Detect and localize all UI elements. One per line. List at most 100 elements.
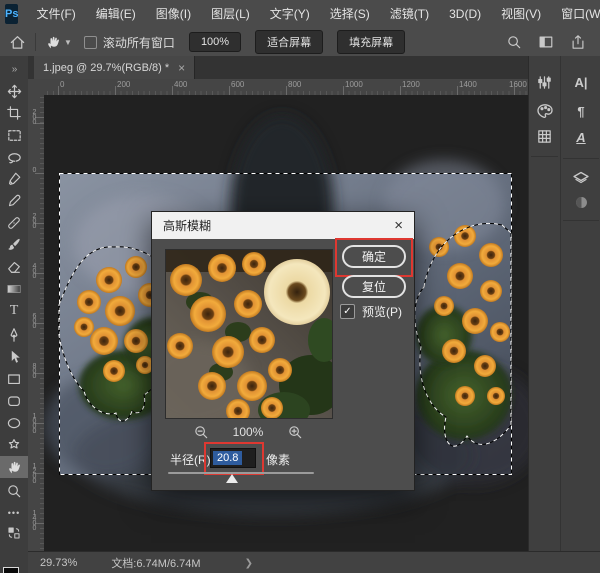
panel-dock-column-1 [529, 56, 561, 551]
separator [35, 33, 36, 51]
ellipse-tool[interactable] [0, 412, 28, 434]
menu-filter[interactable]: 滤镜(T) [380, 0, 439, 28]
horizontal-ruler: 0 200 400 600 800 1000 1200 1400 1600 18… [44, 79, 528, 96]
hand-tool-icon[interactable] [45, 34, 62, 51]
eraser-tool[interactable] [0, 256, 28, 278]
scroll-all-windows-label: 滚动所有窗口 [103, 34, 175, 51]
menu-view[interactable]: 视图(V) [491, 0, 551, 28]
reset-button[interactable]: 复位 [342, 275, 406, 298]
ruler-label: 600 [231, 80, 244, 89]
ruler-label: 800 [288, 80, 301, 89]
menu-type[interactable]: 文字(Y) [260, 0, 320, 28]
panel-divider [563, 220, 599, 221]
path-selection-tool[interactable] [0, 346, 28, 368]
more-tools-button[interactable]: ••• [0, 502, 28, 524]
document-tab-title: 1.jpeg @ 29.7%(RGB/8) * [43, 62, 169, 74]
share-icon[interactable] [570, 34, 586, 50]
status-document-size: 文档:6.74M/6.74M [111, 555, 200, 571]
radius-unit-label: 像素 [266, 451, 290, 468]
radius-slider-thumb[interactable] [226, 474, 238, 483]
status-zoom-level[interactable]: 29.73% [40, 557, 77, 569]
paragraph-panel-icon[interactable]: ¶ [561, 104, 600, 119]
swap-colors-icon[interactable] [0, 522, 28, 544]
collapse-panel-button[interactable]: » [0, 58, 28, 80]
crop-tool[interactable] [0, 102, 28, 124]
preview-checkbox-row: ✓ 预览(P) [340, 303, 402, 320]
character-panel-icon[interactable]: A| [561, 75, 600, 90]
search-icon[interactable] [506, 34, 522, 50]
hand-tool[interactable] [0, 456, 28, 478]
fit-screen-button[interactable]: 适合屏幕 [255, 30, 323, 54]
eyedropper-tool[interactable] [0, 190, 28, 212]
workspace-layout-icon[interactable] [538, 34, 554, 50]
menu-3d[interactable]: 3D(D) [439, 0, 491, 28]
fill-screen-button[interactable]: 填充屏幕 [337, 30, 405, 54]
lasso-tool[interactable] [0, 146, 28, 168]
type-tool[interactable]: T [0, 300, 28, 322]
ruler-label: 0 [60, 80, 64, 89]
glyphs-panel-icon[interactable]: A [561, 130, 600, 145]
healing-brush-tool[interactable] [0, 212, 28, 234]
menu-layer[interactable]: 图层(L) [201, 0, 260, 28]
gradient-tool[interactable] [0, 278, 28, 300]
preview-zoom-level: 100% [233, 425, 264, 439]
dialog-title-bar[interactable]: 高斯模糊 × [152, 212, 414, 239]
zoom-100-button[interactable]: 100% [189, 32, 241, 52]
menu-select[interactable]: 选择(S) [320, 0, 380, 28]
ruler-label: 1400 [30, 510, 38, 530]
radius-input[interactable]: 20.8 [210, 448, 256, 468]
zoom-tool[interactable] [0, 480, 28, 502]
ruler-label: 200 [30, 109, 38, 124]
foreground-background-swatches[interactable] [2, 566, 26, 573]
scroll-all-windows-checkbox[interactable] [84, 36, 97, 49]
ruler-label: 800 [30, 363, 38, 378]
preview-zoom-controls: 100% [165, 424, 331, 440]
brush-tool[interactable] [0, 234, 28, 256]
ruler-corner [28, 79, 45, 96]
ruler-label: 400 [30, 263, 38, 278]
blur-preview-thumbnail[interactable] [165, 249, 333, 419]
menu-items: 文件(F) 编辑(E) 图像(I) 图层(L) 文字(Y) 选择(S) 滤镜(T… [26, 0, 600, 28]
zoom-in-icon[interactable] [287, 424, 303, 440]
color-panel-icon[interactable] [529, 102, 560, 120]
properties-icon[interactable] [529, 74, 560, 91]
libraries-panel-icon[interactable] [561, 194, 600, 211]
status-chevron-icon[interactable]: ❯ [245, 558, 253, 569]
foreground-color-swatch[interactable] [3, 567, 19, 573]
layers-panel-icon[interactable] [561, 168, 600, 186]
radius-value-selected-text: 20.8 [213, 451, 242, 465]
menu-window[interactable]: 窗口(W) [551, 0, 600, 28]
tab-close-icon[interactable]: × [178, 61, 185, 75]
quick-selection-tool[interactable] [0, 168, 28, 190]
ok-button[interactable]: 确定 [342, 245, 406, 268]
rectangle-tool[interactable] [0, 368, 28, 390]
custom-shape-tool[interactable] [0, 434, 28, 456]
panel-divider [531, 156, 558, 157]
ruler-label: 1200 [30, 463, 38, 483]
rounded-rectangle-tool[interactable] [0, 390, 28, 412]
zoom-out-icon[interactable] [193, 424, 209, 440]
move-tool[interactable] [0, 80, 28, 102]
ruler-label: 600 [30, 313, 38, 328]
dialog-close-icon[interactable]: × [394, 212, 403, 239]
radius-label: 半径(R): [170, 451, 214, 468]
preview-checkbox[interactable]: ✓ [340, 304, 355, 319]
menu-file[interactable]: 文件(F) [26, 0, 85, 28]
options-bar-right-icons [506, 34, 586, 50]
radius-slider-track[interactable] [168, 472, 314, 474]
ruler-label: 0 [30, 167, 38, 172]
vertical-ruler: 200 0 200 400 600 800 1000 1200 1400 [28, 95, 45, 551]
pen-tool[interactable] [0, 324, 28, 346]
document-tab[interactable]: 1.jpeg @ 29.7%(RGB/8) * × [34, 56, 195, 79]
chevron-down-icon[interactable]: ▼ [64, 38, 72, 47]
swatches-panel-icon[interactable] [529, 128, 560, 145]
marquee-tool[interactable] [0, 124, 28, 146]
ruler-label: 1000 [345, 80, 363, 89]
panel-divider [563, 158, 599, 159]
menu-image[interactable]: 图像(I) [146, 0, 201, 28]
menu-edit[interactable]: 编辑(E) [86, 0, 146, 28]
ruler-label: 1400 [459, 80, 477, 89]
home-icon[interactable] [9, 34, 26, 51]
menu-bar: Ps 文件(F) 编辑(E) 图像(I) 图层(L) 文字(Y) 选择(S) 滤… [0, 0, 600, 29]
tools-panel: » T ••• [0, 56, 29, 573]
